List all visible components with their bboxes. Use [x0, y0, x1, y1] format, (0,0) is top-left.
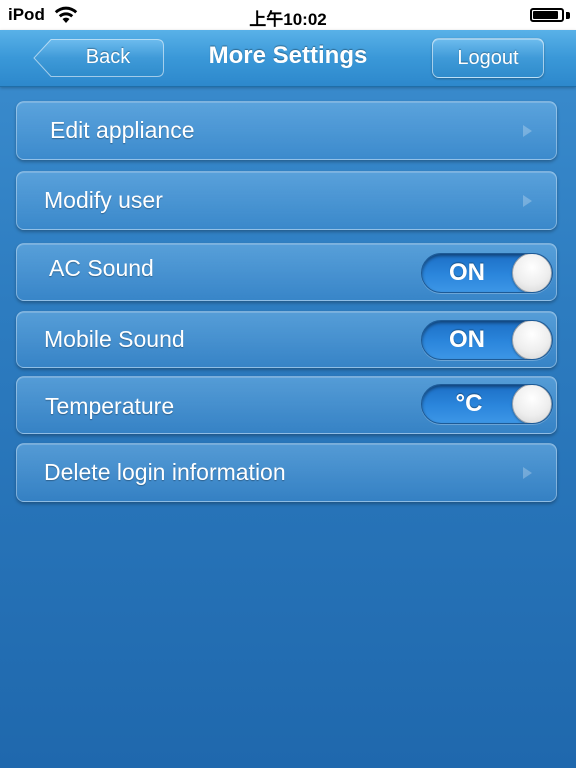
status-bar: iPod 上午10:02 — [0, 0, 576, 30]
logout-button[interactable]: Logout — [432, 38, 544, 78]
back-button[interactable]: Back — [33, 38, 165, 78]
temperature-row: Temperature °C — [16, 376, 557, 434]
chevron-right-icon — [523, 194, 532, 207]
row-label: AC Sound — [49, 254, 154, 281]
battery-tip — [566, 12, 570, 19]
delete-login-information-row[interactable]: Delete login information — [16, 443, 557, 502]
toggle-knob — [512, 254, 552, 292]
status-time: 上午10:02 — [249, 10, 327, 29]
navigation-bar: Back More Settings Logout — [0, 30, 576, 87]
chevron-right-icon — [523, 124, 532, 137]
battery-level-fill — [533, 11, 558, 19]
toggle-value: ON — [449, 326, 485, 353]
page-title: More Settings — [208, 42, 368, 69]
mobile-sound-row: Mobile Sound ON — [16, 311, 557, 368]
ac-sound-row: AC Sound ON — [16, 243, 557, 301]
toggle-knob — [512, 385, 552, 423]
mobile-sound-toggle[interactable]: ON — [421, 320, 553, 360]
toggle-value: °C — [455, 390, 483, 417]
edit-appliance-row[interactable]: Edit appliance — [16, 101, 557, 160]
battery-icon — [530, 8, 564, 22]
row-label: Mobile Sound — [44, 326, 185, 352]
temperature-unit-toggle[interactable]: °C — [421, 384, 553, 424]
logout-button-label: Logout — [457, 47, 519, 69]
ac-sound-toggle[interactable]: ON — [421, 253, 553, 293]
row-label: Modify user — [44, 187, 163, 213]
modify-user-row[interactable]: Modify user — [16, 171, 557, 230]
back-button-label: Back — [85, 46, 131, 68]
row-label: Edit appliance — [50, 117, 195, 143]
row-label: Temperature — [45, 393, 175, 419]
toggle-value: ON — [449, 259, 485, 286]
toggle-knob — [512, 321, 552, 359]
chevron-right-icon — [523, 466, 532, 479]
row-label: Delete login information — [44, 459, 286, 485]
